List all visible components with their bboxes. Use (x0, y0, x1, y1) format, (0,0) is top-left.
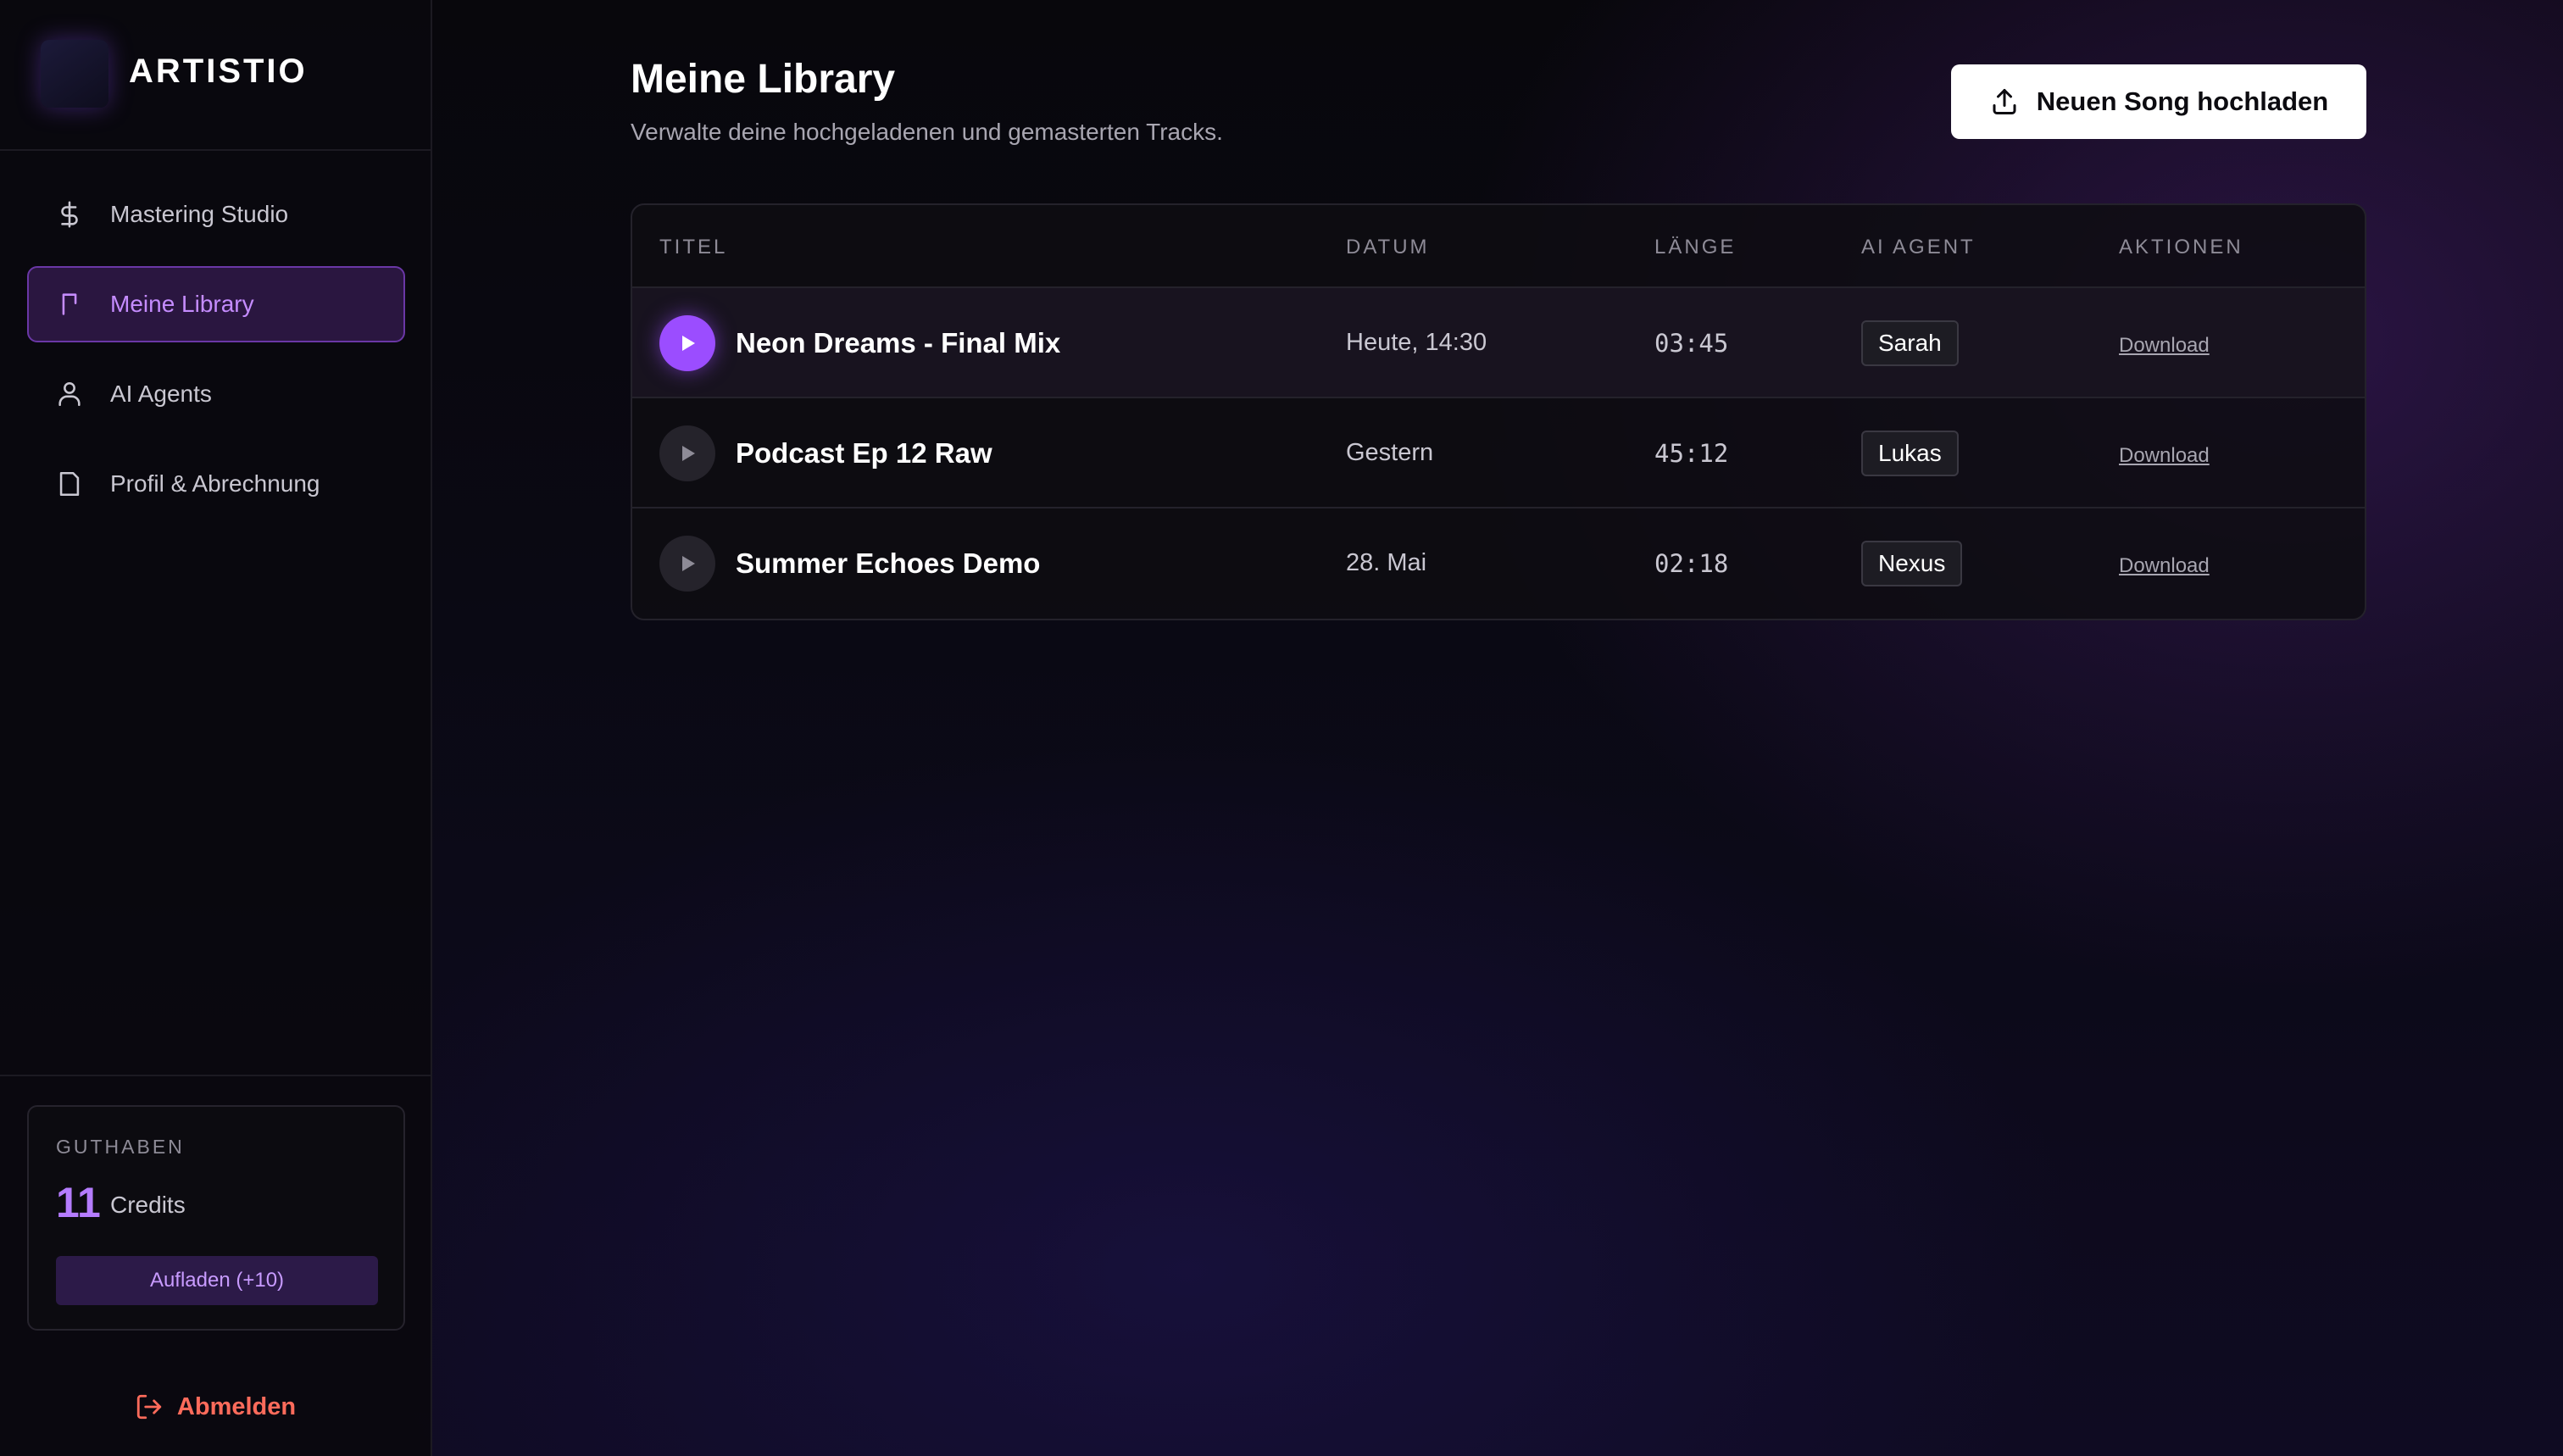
track-length: 02:18 (1654, 549, 1729, 578)
table-header: TITEL DATUM LÄNGE AI AGENT AKTIONEN (632, 205, 2365, 288)
brand: ARTISTIO (0, 0, 431, 151)
sidebar-item-label: Mastering Studio (110, 201, 289, 227)
play-button[interactable] (659, 536, 715, 592)
credits-area: GUTHABEN 11 Credits Aufladen (+10) Abmel… (0, 1075, 431, 1456)
track-length: 45:12 (1654, 439, 1729, 468)
track-title: Summer Echoes Demo (736, 547, 1041, 579)
logout-label: Abmelden (176, 1392, 297, 1420)
column-header-title[interactable]: TITEL (659, 236, 727, 259)
play-icon (682, 446, 695, 461)
agent-badge: Lukas (1861, 431, 1959, 476)
column-header-length[interactable]: LÄNGE (1654, 236, 1736, 259)
sidebar-item-label: Meine Library (110, 291, 254, 317)
track-title: Podcast Ep 12 Raw (736, 437, 992, 469)
logout-button[interactable]: Abmelden (0, 1381, 431, 1432)
sidebar-item-meine-library[interactable]: Meine Library (27, 266, 405, 342)
sidebar-item-label: Profil & Abrechnung (110, 470, 320, 497)
play-icon (682, 556, 695, 571)
table-row[interactable]: Podcast Ep 12 Raw Gestern 45:12 Lukas Do… (632, 398, 2365, 508)
page-title: Meine Library (631, 57, 896, 102)
page-subtitle: Verwalte deine hochgeladenen und gemaste… (631, 119, 1223, 145)
brand-name: ARTISTIO (129, 53, 308, 90)
user-icon (54, 379, 85, 409)
credits-card: GUTHABEN 11 Credits Aufladen (+10) (27, 1105, 405, 1331)
app-root: ARTISTIO Mastering Studio Meine Library … (0, 0, 2563, 1456)
upload-song-button[interactable]: Neuen Song hochladen (1951, 64, 2366, 139)
column-header-actions: AKTIONEN (2119, 236, 2243, 258)
sidebar-item-mastering-studio[interactable]: Mastering Studio (27, 176, 405, 253)
track-date: Heute, 14:30 (1346, 329, 1487, 356)
column-header-agent[interactable]: AI AGENT (1861, 236, 1976, 259)
table-row[interactable]: Summer Echoes Demo 28. Mai 02:18 Nexus D… (632, 508, 2365, 619)
upload-icon (1993, 89, 2016, 114)
credits-unit: Credits (110, 1192, 186, 1218)
upload-song-label: Neuen Song hochladen (2036, 86, 2329, 116)
waveform-icon[interactable] (41, 40, 108, 108)
download-link[interactable]: Download (2119, 334, 2210, 358)
download-link[interactable]: Download (2119, 554, 2210, 578)
tracks-table: TITEL DATUM LÄNGE AI AGENT AKTIONEN Neon… (631, 203, 2366, 620)
bookmark-icon (54, 289, 85, 320)
play-button[interactable] (659, 425, 715, 481)
dollar-icon (54, 199, 85, 230)
document-icon (54, 469, 85, 499)
download-link[interactable]: Download (2119, 444, 2210, 468)
track-date: 28. Mai (1346, 549, 1427, 576)
play-icon (682, 336, 695, 351)
track-date: Gestern (1346, 439, 1434, 466)
logout-icon (136, 1394, 162, 1420)
sidebar-item-label: AI Agents (110, 381, 212, 407)
sidebar-item-ai-agents[interactable]: AI Agents (27, 356, 405, 432)
track-title: Neon Dreams - Final Mix (736, 327, 1061, 358)
recharge-button[interactable]: Aufladen (+10) (56, 1256, 378, 1305)
column-header-date[interactable]: DATUM (1346, 236, 1430, 259)
credits-label: GUTHABEN (56, 1136, 185, 1158)
track-length: 03:45 (1654, 329, 1729, 358)
agent-badge: Sarah (1861, 320, 1959, 366)
agent-badge: Nexus (1861, 541, 1963, 586)
sidebar: ARTISTIO Mastering Studio Meine Library … (0, 0, 432, 1456)
sidebar-item-profil-abrechnung[interactable]: Profil & Abrechnung (27, 446, 405, 522)
play-button[interactable] (659, 315, 715, 371)
sidebar-nav: Mastering Studio Meine Library AI Agents… (27, 176, 405, 536)
table-row[interactable]: Neon Dreams - Final Mix Heute, 14:30 03:… (632, 288, 2365, 398)
credits-count: 11 (56, 1179, 101, 1226)
